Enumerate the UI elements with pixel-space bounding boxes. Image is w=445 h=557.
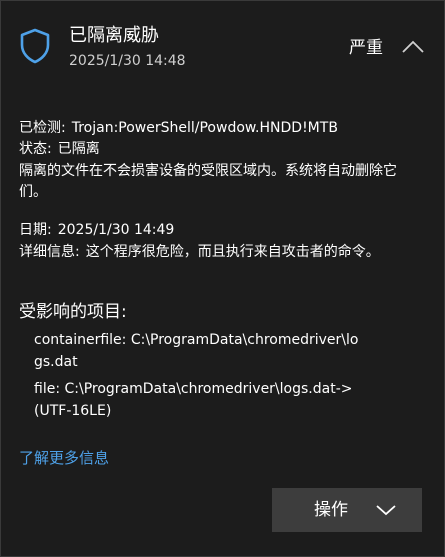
- chevron-up-icon[interactable]: [399, 37, 427, 57]
- detected-label: 已检测:: [19, 120, 66, 136]
- date-row: 日期: 2025/1/30 14:49: [19, 220, 174, 240]
- severity-label: 严重: [349, 38, 383, 58]
- description-text: 隔离的文件在不会损害设备的受限区域内。系统将自动删除它们。: [19, 163, 397, 200]
- shield-icon: [20, 28, 50, 64]
- learn-more-link[interactable]: 了解更多信息: [19, 447, 109, 469]
- info-label: 详细信息:: [19, 244, 80, 260]
- affected-item: containerfile: C:\ProgramData\chromedriv…: [34, 332, 359, 370]
- detected-value: Trojan:PowerShell/Powdow.HNDD!MTB: [71, 120, 338, 136]
- affected-items-heading: 受影响的项目:: [19, 302, 127, 322]
- date-value: 2025/1/30 14:49: [57, 222, 175, 238]
- notification-timestamp: 2025/1/30 14:48: [69, 53, 186, 69]
- actions-button[interactable]: 操作: [272, 488, 422, 532]
- actions-button-label: 操作: [314, 500, 348, 520]
- chevron-down-icon: [376, 505, 396, 516]
- notification-title: 已隔离威胁: [69, 25, 159, 46]
- info-value: 这个程序很危险，而且执行来自攻击者的命令。: [85, 244, 380, 260]
- detected-row: 已检测: Trojan:PowerShell/Powdow.HNDD!MTB: [19, 118, 338, 138]
- info-row: 详细信息: 这个程序很危险，而且执行来自攻击者的命令。: [19, 241, 419, 263]
- status-value: 已隔离: [57, 141, 100, 157]
- threat-notification-card: 已隔离威胁 2025/1/30 14:48 严重 已检测: Trojan:Powe…: [0, 0, 445, 557]
- status-label: 状态:: [19, 141, 52, 157]
- date-label: 日期:: [19, 222, 52, 238]
- status-row: 状态: 已隔离: [19, 139, 100, 159]
- affected-item: file: C:\ProgramData\chromedriver\logs.d…: [34, 381, 353, 419]
